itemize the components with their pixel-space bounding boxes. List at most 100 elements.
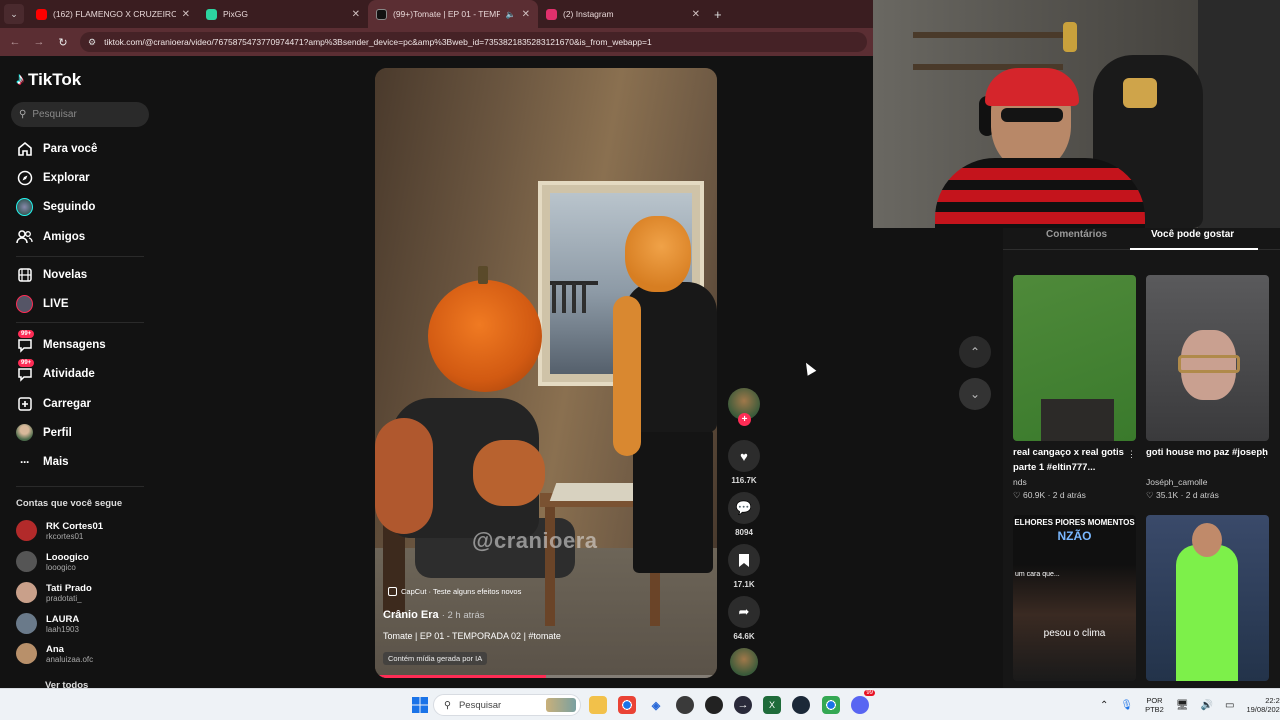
account-handle: laah1903 [46, 624, 79, 634]
account-item[interactable]: Looogico looogico [16, 551, 89, 572]
sidebar-item-mais[interactable]: ··· Mais [16, 453, 69, 470]
music-disc-button[interactable] [727, 648, 761, 676]
card-title: real cangaço x real gotis parte 1 #eltin… [1013, 447, 1124, 473]
close-icon[interactable]: ✕ [522, 9, 530, 20]
creator-avatar-button[interactable]: + [727, 388, 761, 426]
microphone-icon[interactable]: 🎙 [1120, 700, 1133, 711]
like-button[interactable]: ♥ 116.7K [727, 440, 761, 485]
url-field[interactable]: ⚙ tiktok.com/@cranioera/video/7675875473… [80, 32, 867, 52]
taskbar-search[interactable]: ⚲ Pesquisar [433, 694, 581, 716]
chevron-up-icon: ⌃ [969, 345, 981, 359]
account-item[interactable]: Ana analuizaa.ofc [16, 643, 93, 664]
thumb-overlay-top: ELHORES PIORES MOMENTOS [1014, 518, 1135, 527]
film-icon [16, 266, 33, 283]
sidebar-item-live[interactable]: LIVE [16, 294, 69, 313]
tab-search-button[interactable]: ⌄ [4, 4, 24, 24]
sidebar-item-mensagens[interactable]: 99+ Mensagens [16, 330, 106, 353]
share-button[interactable]: ➦ 64.6K [727, 596, 761, 641]
arrow-app-icon[interactable]: → [734, 696, 752, 714]
save-button[interactable]: 17.1K [727, 544, 761, 589]
video-thumbnail [1146, 515, 1269, 681]
input-language[interactable]: POR PTB2 [1145, 696, 1164, 714]
tab-pixgg[interactable]: PixGG ✕ [198, 0, 368, 28]
account-item[interactable]: RK Cortes01 rkcortes01 [16, 520, 103, 541]
video-pumpkin-arm [473, 440, 545, 506]
back-icon[interactable]: ← [8, 36, 22, 48]
volume-icon[interactable]: 🔊 [1201, 700, 1213, 711]
start-button[interactable] [411, 696, 429, 714]
obs-icon[interactable] [676, 696, 694, 714]
panel-tabs: Comentários Você pode gostar [1003, 228, 1280, 250]
sidebar-item-novelas[interactable]: Novelas [16, 266, 87, 283]
forward-icon[interactable]: → [32, 36, 46, 48]
live-icon [16, 294, 33, 313]
thumbnail-player [1176, 545, 1238, 681]
site-settings-icon[interactable]: ⚙ [88, 37, 96, 48]
more-options-icon[interactable]: ⋮ [1127, 449, 1136, 460]
tiktok-logo[interactable]: ♪ TikTok [16, 70, 81, 90]
video-player[interactable]: @cranioera CapCut · Teste alguns efeitos… [375, 68, 717, 678]
sidebar-item-amigos[interactable]: Amigos [16, 228, 85, 245]
video-pumpkin-head [428, 266, 542, 392]
sidebar-divider [16, 256, 144, 257]
reload-icon[interactable]: ↻ [56, 36, 70, 49]
video-progress-bar[interactable] [375, 675, 717, 678]
follow-plus-icon[interactable]: + [738, 413, 751, 426]
more-options-icon[interactable]: ⋮ [1260, 449, 1269, 460]
next-video-button[interactable]: ⌄ [959, 378, 991, 410]
video-author[interactable]: Crânio Era · 2 h atrás [383, 609, 484, 621]
card-likes: 35.1K [1155, 490, 1179, 500]
sidebar-item-explorar[interactable]: Explorar [16, 169, 90, 186]
chrome-icon[interactable] [822, 696, 840, 714]
account-item[interactable]: LAURA laah1903 [16, 613, 79, 634]
tab-suggested[interactable]: Você pode gostar [1151, 229, 1234, 240]
close-icon[interactable]: ✕ [692, 9, 700, 20]
new-tab-button[interactable]: + [714, 7, 722, 22]
account-name: LAURA [46, 613, 80, 625]
sidebar-item-atividade[interactable]: 99+ Atividade [16, 359, 95, 382]
chrome-icon[interactable] [618, 696, 636, 714]
suggested-card[interactable]: goti house mo paz #joseph Joséph_camolle… [1146, 275, 1269, 501]
sidebar-item-seguindo[interactable]: Seguindo [16, 197, 95, 216]
clock[interactable]: 22:2719/08/2026 [1246, 696, 1280, 714]
sidebar-divider [16, 322, 144, 323]
layout-label: PTB2 [1145, 705, 1164, 714]
comment-button[interactable]: 💬 8094 [727, 492, 761, 537]
sidebar-item-perfil[interactable]: Perfil [16, 424, 72, 441]
account-item[interactable]: Tati Prado pradotati_ [16, 582, 92, 603]
search-icon: ⚲ [444, 699, 451, 711]
tab-flamengo[interactable]: (162) FLAMENGO X CRUZEIRO ✕ [28, 0, 198, 28]
close-icon[interactable]: ✕ [352, 9, 360, 20]
suggested-card[interactable]: real cangaço x real gotis parte 1 #eltin… [1013, 275, 1136, 501]
sidebar-item-carregar[interactable]: Carregar [16, 395, 91, 412]
steam-icon[interactable] [792, 696, 810, 714]
tab-tiktok[interactable]: (99+)Tomate | EP 01 - TEMP 🔈 ✕ [368, 0, 538, 28]
tab-instagram[interactable]: (2) Instagram ✕ [538, 0, 708, 28]
file-explorer-icon[interactable] [589, 696, 607, 714]
discord-icon[interactable]: 99 [851, 690, 875, 714]
battery-icon[interactable]: ▭ [1225, 700, 1234, 711]
app-icon[interactable]: ◈ [647, 696, 665, 714]
search-input[interactable]: ⚲ Pesquisar [11, 102, 149, 127]
previous-video-button[interactable]: ⌃ [959, 336, 991, 368]
tab-comments[interactable]: Comentários [1046, 229, 1107, 240]
video-thumbnail [1013, 275, 1136, 441]
github-icon[interactable] [705, 696, 723, 714]
capcut-tag[interactable]: CapCut · Teste alguns efeitos novos [388, 585, 521, 598]
right-panel: Comentários Você pode gostar real cangaç… [1003, 228, 1280, 688]
speaker-icon[interactable]: 🔈 [506, 10, 516, 19]
chevron-up-icon[interactable]: ⌃ [1100, 700, 1108, 711]
profile-icon [16, 424, 33, 441]
video-table-leg [545, 506, 555, 626]
network-icon[interactable]: 🖥 [1176, 700, 1189, 711]
suggested-card[interactable]: ELHORES PIORES MOMENTOS NZÃO um cara que… [1013, 515, 1136, 681]
account-handle: looogico [46, 562, 76, 572]
music-disc-icon [730, 648, 758, 676]
suggested-card[interactable] [1146, 515, 1269, 681]
video-description[interactable]: Tomate | EP 01 - TEMPORADA 02 | #tomate [383, 631, 561, 641]
sidebar-item-para-voce[interactable]: Para você [16, 140, 97, 157]
close-icon[interactable]: ✕ [182, 9, 190, 20]
date: 19/08/2026 [1246, 705, 1280, 714]
terminal-icon[interactable]: X [763, 696, 781, 714]
nav-label: Mais [43, 455, 69, 468]
